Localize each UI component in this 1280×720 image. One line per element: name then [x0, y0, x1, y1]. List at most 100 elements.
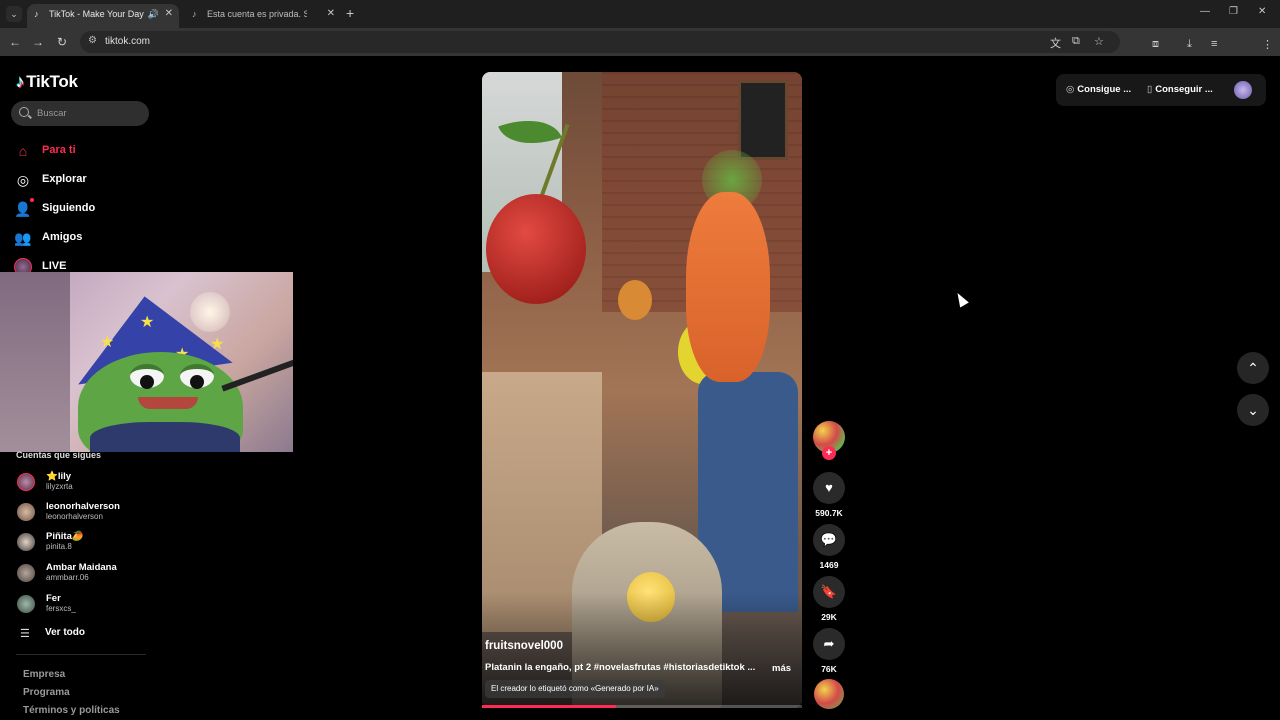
app-label: Conseguir ...: [1155, 84, 1213, 95]
site-settings-icon[interactable]: ⚙: [88, 35, 97, 46]
account-name: Ambar Maidana: [46, 562, 117, 573]
comment-button[interactable]: 💬: [813, 524, 845, 556]
translate-icon[interactable]: 文: [1050, 35, 1061, 51]
chevron-up-icon: ⌃: [1247, 360, 1259, 376]
back-icon[interactable]: ←: [7, 34, 23, 50]
video-player[interactable]: [482, 72, 802, 708]
avatar: [17, 595, 35, 613]
nav-label: Explorar: [42, 173, 87, 185]
tiktok-note-icon: ♪: [16, 72, 25, 91]
more-button[interactable]: más: [772, 663, 791, 674]
browser-toolbar: ← → ↻ ⚙ tiktok.com 文 ⧉ ☆ ⧈ ⤓ ≡ ⋮: [0, 28, 1280, 76]
heart-icon: ♥: [825, 480, 833, 495]
share-button[interactable]: ➦: [813, 628, 845, 660]
following-account[interactable]: ⭐lily lilyzxrta: [14, 471, 154, 497]
account-name: Piñita🥭: [46, 531, 84, 542]
see-all-button[interactable]: ☰ Ver todo: [18, 625, 148, 643]
install-app-icon[interactable]: ⧉: [1072, 35, 1080, 48]
video-description: Platanin la engaño, pt 2 #novelasfrutas …: [485, 662, 755, 673]
tab-title: TikTok - Make Your Day: [49, 9, 144, 19]
account-handle: fersxcs_: [46, 604, 76, 613]
tiktok-icon: ♪: [192, 9, 197, 19]
notification-dot: [30, 198, 34, 202]
account-name: leonorhalverson: [46, 501, 120, 512]
compass-icon: ◎: [16, 172, 30, 188]
account-name: ⭐lily: [46, 471, 72, 482]
download-icon[interactable]: ⤓: [1187, 38, 1192, 51]
save-count: 29K: [821, 612, 837, 622]
tiktok-icon: ♪: [34, 9, 39, 19]
avatar: [17, 533, 35, 551]
comment-icon: 💬: [820, 532, 838, 547]
browser-tab-bar: ⌄ ♪ TikTok - Make Your Day 🔊 ✕ ♪ Esta cu…: [0, 0, 1280, 28]
nav-siguiendo[interactable]: 👤 Siguiendo: [14, 198, 154, 220]
avatar: [17, 564, 35, 582]
speaker-icon[interactable]: 🔊: [148, 4, 159, 24]
get-app-button[interactable]: ▯ Conseguir ...: [1147, 84, 1213, 95]
comment-count: 1469: [819, 560, 839, 570]
previous-video-button[interactable]: ⌃: [1237, 352, 1269, 384]
search-input[interactable]: [37, 105, 137, 122]
new-tab-button[interactable]: +: [346, 5, 354, 21]
following-account[interactable]: leonorhalverson leonorhalverson: [14, 501, 154, 527]
restore-icon[interactable]: ❐: [1229, 6, 1238, 17]
frog-pupil: [190, 375, 204, 389]
frog-shirt: [90, 422, 240, 452]
search-box[interactable]: [11, 101, 149, 126]
tab-search-button[interactable]: ⌄: [6, 6, 22, 22]
tab-tiktok[interactable]: ♪ TikTok - Make Your Day 🔊 ✕: [27, 4, 179, 28]
account-handle: ammbarr.06: [46, 573, 89, 582]
extensions-puzzle-icon[interactable]: ⧈: [1152, 38, 1159, 51]
tab-title: Esta cuenta es privada. Sigue e: [207, 9, 307, 19]
user-avatar[interactable]: [1234, 81, 1252, 99]
frog-eye: [180, 364, 214, 389]
bookmark-icon: 🔖: [820, 584, 838, 599]
nav-para-ti[interactable]: ⌂ Para ti: [14, 140, 154, 162]
home-icon: ⌂: [18, 143, 28, 159]
coins-label: Consigue ...: [1077, 84, 1132, 95]
streamer-overlay-image: ★ ★ ★ ★: [0, 272, 293, 452]
following-account[interactable]: Ambar Maidana ammbarr.06: [14, 562, 154, 588]
like-count: 590.7K: [815, 508, 843, 518]
menu-kebab-icon[interactable]: ⋮: [1262, 38, 1273, 51]
like-button[interactable]: ♥: [813, 472, 845, 504]
bookmark-star-icon[interactable]: ☆: [1094, 35, 1104, 48]
close-window-icon[interactable]: ✕: [1258, 6, 1266, 17]
close-tab-icon[interactable]: ✕: [165, 4, 173, 24]
footer-link-programa[interactable]: Programa: [23, 687, 70, 698]
following-account[interactable]: Piñita🥭 pinita.8: [14, 531, 154, 557]
minimize-icon[interactable]: —: [1200, 6, 1210, 17]
star-icon: ★: [140, 314, 155, 331]
nav-amigos[interactable]: 👥 Amigos: [14, 227, 154, 249]
frog-eye: [130, 364, 164, 389]
footer-link-terminos[interactable]: Términos y políticas: [23, 705, 120, 716]
sidebar-divider: [16, 654, 146, 655]
scene-chalkboard: [738, 80, 788, 160]
footer-link-empresa[interactable]: Empresa: [23, 669, 65, 680]
video-progress-bar[interactable]: [482, 705, 802, 708]
tiktok-logo[interactable]: ♪ TikTok: [16, 72, 78, 92]
address-bar[interactable]: ⚙ tiktok.com 文 ⧉ ☆: [80, 31, 1120, 53]
sound-disc-avatar[interactable]: [814, 679, 844, 709]
get-coins-button[interactable]: ◎ Consigue ...: [1066, 84, 1131, 95]
tab-private-account[interactable]: ♪ Esta cuenta es privada. Sigue e ✕: [185, 4, 341, 28]
scene-cherry-character: [486, 194, 586, 304]
media-control-icon[interactable]: ≡: [1211, 38, 1217, 50]
next-video-button[interactable]: ⌄: [1237, 394, 1269, 426]
save-button[interactable]: 🔖: [813, 576, 845, 608]
mouse-cursor: [953, 290, 969, 308]
follow-plus-button[interactable]: +: [822, 446, 836, 460]
video-username[interactable]: fruitsnovel000: [485, 640, 563, 652]
following-account[interactable]: Fer fersxcs_: [14, 593, 154, 619]
account-name: Fer: [46, 593, 61, 604]
frog-pupil: [140, 375, 154, 389]
nav-explorar[interactable]: ◎ Explorar: [14, 169, 154, 191]
close-tab-icon[interactable]: ✕: [327, 4, 335, 24]
nav-label: Amigos: [42, 231, 83, 243]
reload-icon[interactable]: ↻: [54, 34, 70, 50]
scene-orange-character: [618, 280, 652, 320]
friends-icon: 👥: [14, 230, 32, 246]
nav-label: LIVE: [42, 260, 67, 272]
forward-icon[interactable]: →: [30, 34, 46, 50]
url-text: tiktok.com: [105, 36, 151, 47]
